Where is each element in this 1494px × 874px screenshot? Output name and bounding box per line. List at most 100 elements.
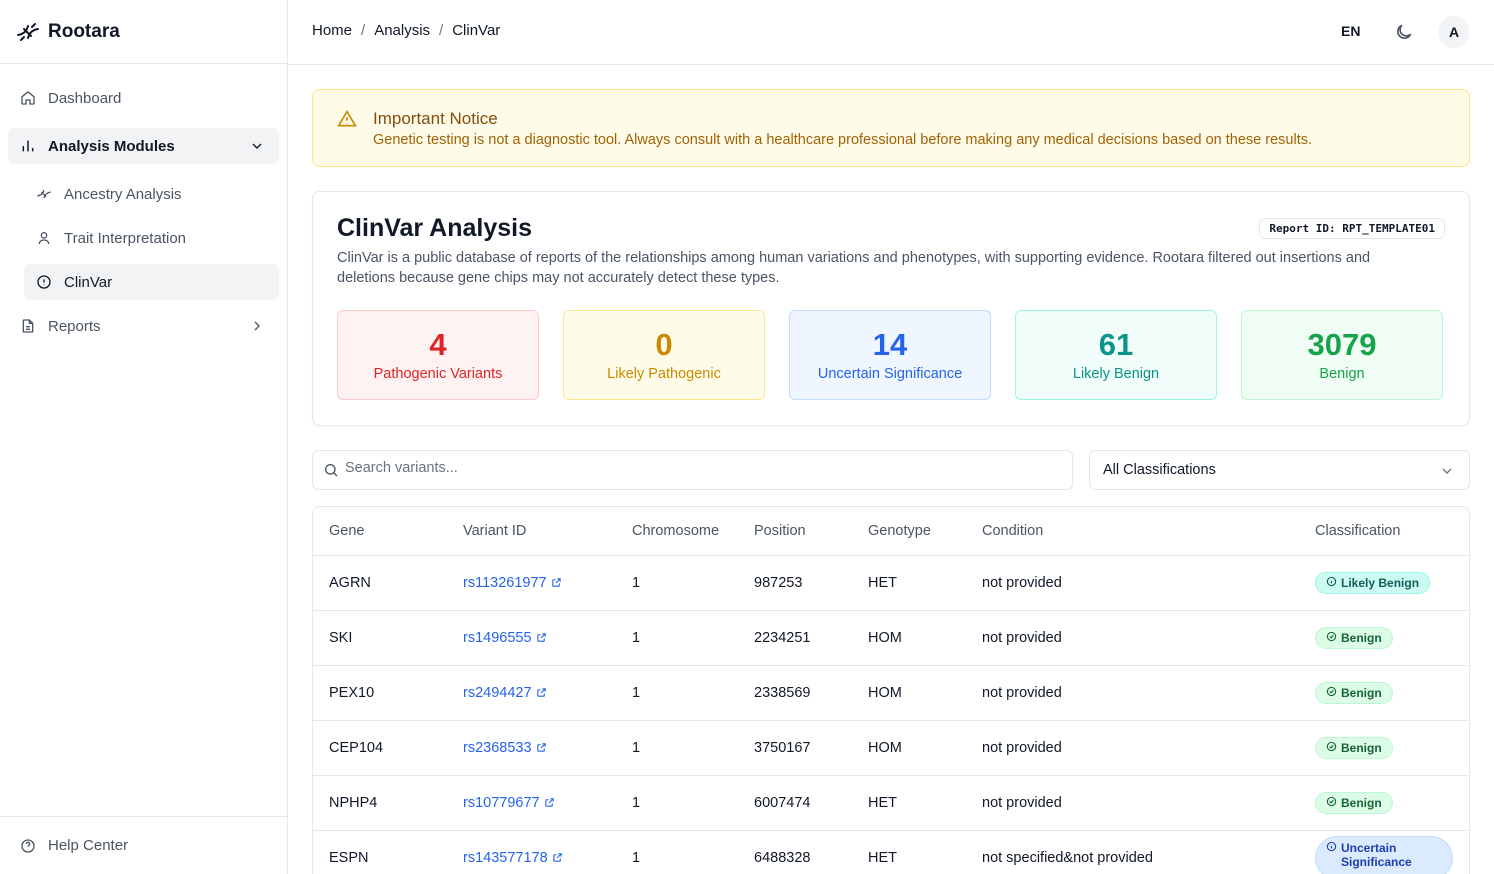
notice-title: Important Notice <box>373 109 498 128</box>
sidebar-item-dashboard[interactable]: Dashboard <box>8 80 279 116</box>
variants-table-container: Gene Variant ID Chromosome Position Geno… <box>312 506 1470 874</box>
stat-benign[interactable]: 3079 Benign <box>1241 310 1443 400</box>
cell-variant-id: rs1496555 <box>447 610 616 666</box>
cell-variant-id: rs2494427 <box>447 665 616 721</box>
clinvar-summary-card: ClinVar Analysis Report ID: RPT_TEMPLATE… <box>312 191 1470 426</box>
stat-label: Uncertain Significance <box>817 366 963 382</box>
stat-value: 61 <box>1098 327 1134 362</box>
column-header-gene[interactable]: Gene <box>313 507 447 556</box>
sidebar-item-label: Reports <box>48 317 101 335</box>
top-header: Home / Analysis / ClinVar EN A <box>288 0 1494 65</box>
breadcrumb: Home / Analysis / ClinVar <box>312 22 500 39</box>
cell-classification: Benign <box>1299 720 1469 776</box>
sidebar-item-analysis-modules[interactable]: Analysis Modules <box>8 128 279 164</box>
table-row[interactable]: PEX10 rs2494427 1 2338569 HOM not provided Ben… <box>313 665 1469 721</box>
stat-value: 14 <box>872 327 908 362</box>
variant-link[interactable]: rs143577178 <box>463 850 548 866</box>
sidebar-item-label: Ancestry Analysis <box>64 185 182 203</box>
chevron-down-icon <box>249 138 265 154</box>
column-header-classification[interactable]: Classification <box>1299 507 1469 556</box>
variant-link[interactable]: rs2494427 <box>463 685 532 701</box>
table-row[interactable]: CEP104 rs2368533 1 3750167 HOM not provided Be… <box>313 720 1469 776</box>
sidebar: Rootara Dashboard Analysis Modules Ances… <box>0 0 288 874</box>
sidebar-item-reports[interactable]: Reports <box>8 308 279 344</box>
classification-label: Benign <box>1341 740 1382 755</box>
cell-condition: not provided <box>966 665 1299 721</box>
breadcrumb-home[interactable]: Home <box>312 22 352 39</box>
classification-label: Benign <box>1341 685 1382 700</box>
cell-chromosome: 1 <box>616 610 738 666</box>
cell-position: 987253 <box>738 555 852 611</box>
help-center-link[interactable]: Help Center <box>0 816 288 874</box>
dna-icon <box>36 186 52 202</box>
language-switcher[interactable]: EN <box>1341 23 1360 39</box>
sidebar-nav: Dashboard Analysis Modules Ancestry Anal… <box>0 64 287 344</box>
table-row[interactable]: ESPN rs143577178 1 6488328 HET not specified&… <box>313 830 1469 874</box>
cell-variant-id: rs10779677 <box>447 775 616 831</box>
sidebar-item-clinvar[interactable]: ClinVar <box>24 264 279 300</box>
cell-genotype: HET <box>852 775 966 831</box>
column-header-genotype[interactable]: Genotype <box>852 507 966 556</box>
table-row[interactable]: SKI rs1496555 1 2234251 HOM not provided Benig… <box>313 610 1469 666</box>
stat-likely-benign[interactable]: 61 Likely Benign <box>1015 310 1217 400</box>
cell-condition: not provided <box>966 720 1299 776</box>
variant-link[interactable]: rs2368533 <box>463 740 532 756</box>
cell-genotype: HOM <box>852 665 966 721</box>
card-description: ClinVar is a public database of reports … <box>337 250 1371 286</box>
home-icon <box>20 90 36 106</box>
variant-link[interactable]: rs113261977 <box>463 575 547 591</box>
cell-classification: Benign <box>1299 665 1469 721</box>
stat-uncertain[interactable]: 14 Uncertain Significance <box>789 310 991 400</box>
cell-position: 6488328 <box>738 830 852 874</box>
brand[interactable]: Rootara <box>0 0 287 64</box>
cell-variant-id: rs143577178 <box>447 830 616 874</box>
avatar[interactable]: A <box>1438 16 1470 48</box>
table-row[interactable]: AGRN rs113261977 1 987253 HET not provided Lik… <box>313 555 1469 611</box>
table-header-row: Gene Variant ID Chromosome Position Geno… <box>313 507 1469 556</box>
column-header-condition[interactable]: Condition <box>966 507 1299 556</box>
classification-label: Benign <box>1341 630 1382 645</box>
classification-badge: Benign <box>1315 736 1393 759</box>
breadcrumb-analysis[interactable]: Analysis <box>374 22 430 39</box>
breadcrumb-separator: / <box>361 22 366 39</box>
classification-badge: Benign <box>1315 626 1393 649</box>
external-link-icon[interactable] <box>551 576 562 587</box>
column-header-variant-id[interactable]: Variant ID <box>447 507 616 556</box>
main-content: Important Notice Genetic testing is not … <box>312 89 1470 874</box>
cell-gene: AGRN <box>313 555 447 611</box>
important-notice: Important Notice Genetic testing is not … <box>312 89 1470 167</box>
stat-value: 0 <box>655 327 673 362</box>
info-circle-icon <box>1326 841 1337 855</box>
variant-link[interactable]: rs1496555 <box>463 630 532 646</box>
external-link-icon[interactable] <box>544 796 555 807</box>
external-link-icon[interactable] <box>552 851 563 862</box>
table-row[interactable]: NPHP4 rs10779677 1 6007474 HET not provided Be… <box>313 775 1469 831</box>
external-link-icon[interactable] <box>536 631 547 642</box>
stat-value: 3079 <box>1307 327 1377 362</box>
cell-classification: Benign <box>1299 610 1469 666</box>
sidebar-item-label: ClinVar <box>64 273 113 291</box>
sidebar-item-ancestry[interactable]: Ancestry Analysis <box>24 176 279 212</box>
moon-icon[interactable] <box>1394 22 1414 42</box>
external-link-icon[interactable] <box>536 686 547 697</box>
cell-chromosome: 1 <box>616 830 738 874</box>
classification-select[interactable]: All Classifications <box>1089 450 1470 490</box>
user-icon <box>36 230 52 246</box>
classification-badge: Uncertain Significance <box>1315 835 1453 874</box>
column-header-chromosome[interactable]: Chromosome <box>616 507 738 556</box>
column-header-position[interactable]: Position <box>738 507 852 556</box>
external-link-icon[interactable] <box>536 741 547 752</box>
check-circle-icon <box>1326 796 1337 810</box>
cell-gene: NPHP4 <box>313 775 447 831</box>
stat-pathogenic[interactable]: 4 Pathogenic Variants <box>337 310 539 400</box>
warning-icon <box>337 109 357 129</box>
sidebar-item-trait[interactable]: Trait Interpretation <box>24 220 279 256</box>
variants-table: Gene Variant ID Chromosome Position Geno… <box>313 507 1469 874</box>
search-box <box>312 450 1073 490</box>
search-input[interactable] <box>345 460 1045 476</box>
classification-select-value: All Classifications <box>1103 462 1216 478</box>
table-body: AGRN rs113261977 1 987253 HET not provided Lik… <box>313 555 1469 874</box>
variant-link[interactable]: rs10779677 <box>463 795 540 811</box>
check-circle-icon <box>1326 631 1337 645</box>
stat-likely-pathogenic[interactable]: 0 Likely Pathogenic <box>563 310 765 400</box>
